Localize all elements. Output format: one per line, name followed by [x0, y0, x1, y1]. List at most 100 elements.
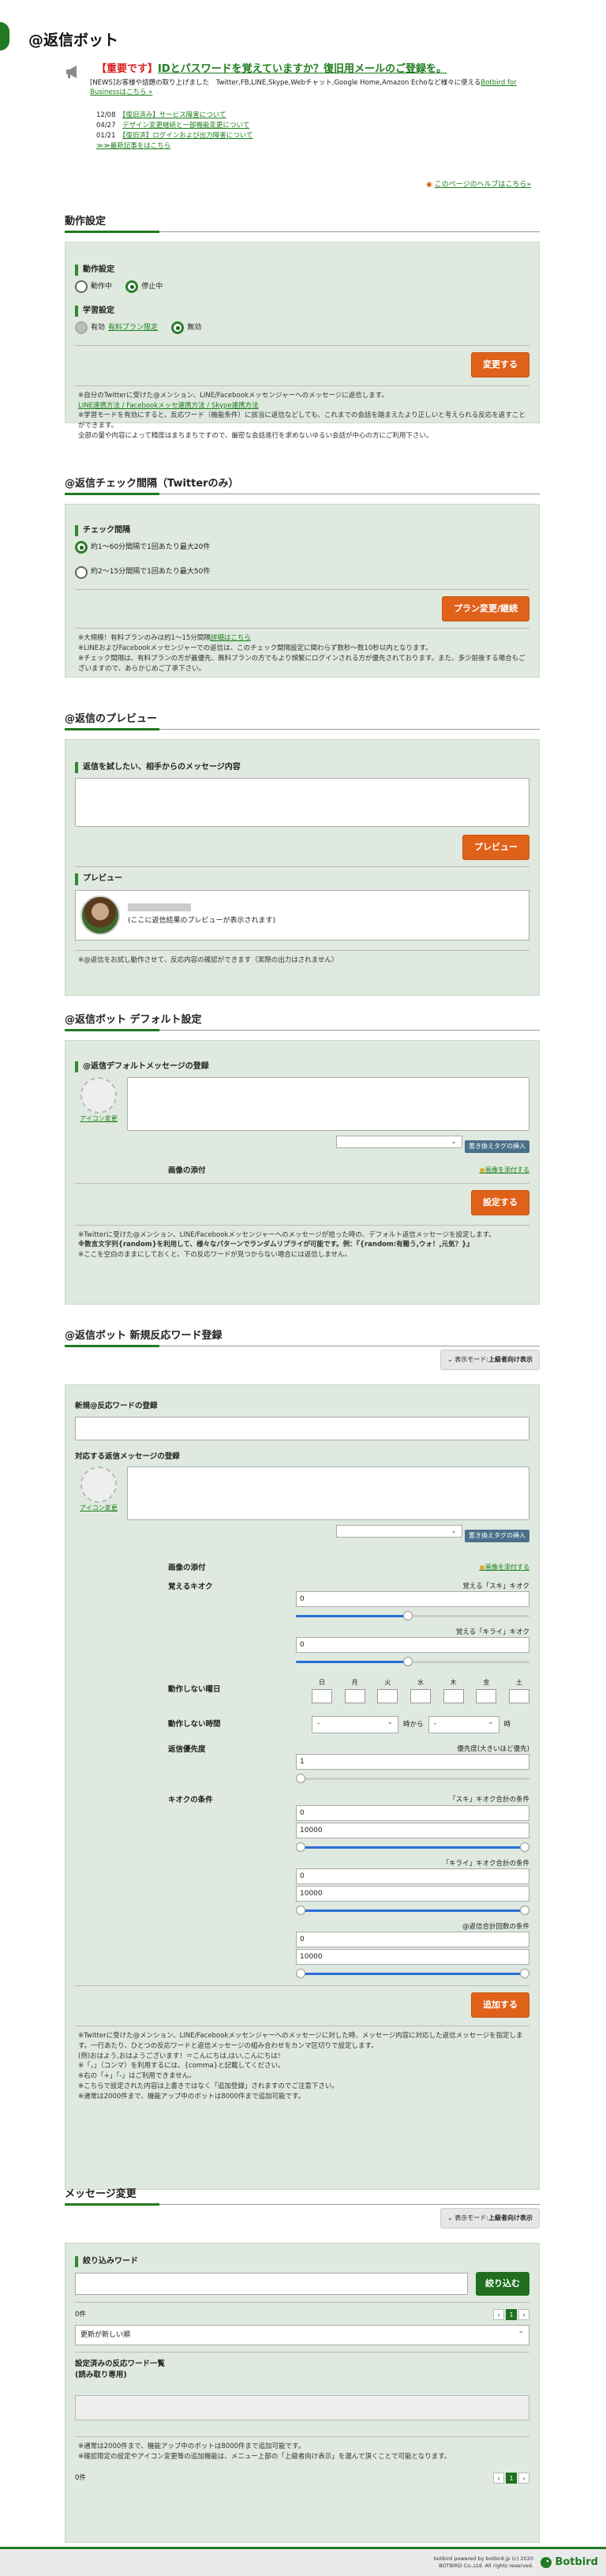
interval-label: チェック間隔: [75, 524, 529, 537]
icon-placeholder[interactable]: [80, 1466, 117, 1504]
day-checkbox-sun[interactable]: [312, 1688, 332, 1703]
news-item: 01/21 【復旧済】ログインおよび出力障害について: [96, 132, 253, 141]
note-text: ※ここを空白のままにしておくと、下の反応ワードが見つからない場合には返信しません…: [78, 1251, 352, 1260]
hour-to-select[interactable]: -: [428, 1715, 499, 1733]
section-title: メッセージ変更: [65, 2187, 540, 2206]
chevron-down-icon: ⌄: [447, 1356, 453, 1363]
insert-tag-button[interactable]: 置き換えタグの挿入: [465, 1140, 529, 1153]
cond-likes-slider[interactable]: [296, 1842, 529, 1853]
section-title: 動作設定: [65, 215, 540, 233]
change-button[interactable]: 変更する: [471, 351, 529, 377]
radio-interval-free[interactable]: 約1〜60分間隔で1回あたり最大20件: [75, 541, 210, 554]
radio-learning-on: 有効 有料プラン限定: [75, 321, 158, 335]
cond-likes-caption: 「スキ」キオク合計の条件: [449, 1796, 529, 1804]
icon-placeholder[interactable]: [80, 1077, 117, 1114]
word-input[interactable]: [75, 1416, 529, 1440]
filter-button[interactable]: 絞り込む: [476, 2272, 529, 2296]
day-checkbox-mon[interactable]: [344, 1688, 365, 1703]
footer: botbird powered by botbird.jp (c) 2020 B…: [0, 2547, 606, 2576]
dislikes-slider[interactable]: [296, 1656, 529, 1667]
likes-label: 覚えるキオク: [168, 1582, 213, 1591]
prev-page[interactable]: ‹: [493, 2473, 504, 2484]
help-link[interactable]: このページのヘルプはこちら»: [435, 181, 531, 189]
priority-input[interactable]: 1: [296, 1754, 529, 1771]
note-text: ※数言文字列{random}を利用して、様々なパターンでランダムリプライが可能で…: [78, 1241, 473, 1249]
current-page[interactable]: 1: [506, 2309, 517, 2321]
preview-box: (ここに返信結果のプレビューが表示されます): [75, 889, 529, 941]
cond-replies-max[interactable]: 10000: [296, 1949, 529, 1966]
reply-textarea[interactable]: [127, 1466, 529, 1521]
chevron-down-icon: ⌄: [447, 2214, 453, 2221]
icon-change-link[interactable]: アイコン変更: [80, 1504, 118, 1511]
sort-select[interactable]: 更新が新しい順: [75, 2325, 529, 2346]
attach-image-link[interactable]: ▣画像を添付する: [479, 1166, 529, 1177]
list-sublabel: (読み取り専用): [75, 2371, 127, 2380]
prev-page[interactable]: ‹: [493, 2309, 504, 2321]
current-page[interactable]: 1: [506, 2473, 517, 2484]
preview-button[interactable]: プレビュー: [462, 835, 529, 861]
notice-headline[interactable]: IDとパスワードを覚えていますか？復旧用メールのご登録を。: [158, 63, 447, 75]
display-mode-button[interactable]: ⌄ 表示モード:上級者向け表示: [440, 1350, 540, 1370]
section-message-edit: メッセージ変更 ⌄ 表示モード:上級者向け表示 絞り込みワード 絞り込む 0件 …: [65, 2187, 540, 2543]
cond-dislikes-caption: 「キライ」キオク合計の条件: [442, 1859, 529, 1868]
priority-slider[interactable]: [296, 1773, 529, 1784]
day-checkbox-fri[interactable]: [476, 1688, 497, 1703]
radio-learning-off[interactable]: 無効: [171, 321, 201, 335]
bot-avatar: [80, 895, 120, 935]
word-label: 新規@反応ワードの登録: [75, 1401, 158, 1410]
note-text: ※大規模！有料プランのみは約1〜15分間隔: [78, 634, 211, 643]
day-checkbox-tue[interactable]: [377, 1688, 398, 1703]
next-page[interactable]: ›: [518, 2473, 529, 2484]
filter-input[interactable]: [75, 2273, 468, 2296]
help-icon: ◉: [426, 181, 432, 189]
image-attach-label: 画像の添付: [168, 1563, 206, 1572]
notice-line: [NEWS]お客様や話題の取り上げました Twitter,FB,LINE,Sky…: [90, 78, 481, 87]
cond-dislikes-max[interactable]: 10000: [296, 1885, 529, 1902]
next-page[interactable]: ›: [518, 2309, 529, 2321]
day-checkbox-wed[interactable]: [410, 1688, 431, 1703]
cond-replies-min[interactable]: 0: [296, 1932, 529, 1948]
tag-select[interactable]: [335, 1525, 462, 1538]
default-msg-textarea[interactable]: [127, 1077, 529, 1132]
result-count: 0件: [75, 2311, 86, 2319]
cond-dislikes-min[interactable]: 0: [296, 1868, 529, 1884]
cond-likes-max[interactable]: 10000: [296, 1822, 529, 1838]
section-default: @返信ボット デフォルト設定 @返信デフォルトメッセージの登録 アイコン変更 置…: [65, 1013, 540, 1305]
preview-textarea[interactable]: [75, 778, 529, 828]
bot-name-placeholder: [128, 903, 191, 912]
hour-from-select[interactable]: -: [312, 1715, 398, 1733]
insert-tag-button[interactable]: 置き換えタグの挿入: [465, 1530, 529, 1542]
set-button[interactable]: 設定する: [471, 1189, 529, 1215]
likes-slider[interactable]: [296, 1610, 529, 1621]
integration-links[interactable]: LINE連携方法 / Facebookメッセ連携方法 / Skype連携方法: [78, 402, 259, 410]
note-text: ※Twitterに受けた@メンション、LINE/Facebookメッセンジャーへ…: [78, 1230, 496, 1239]
display-mode-button[interactable]: ⌄ 表示モード:上級者向け表示: [440, 2208, 540, 2229]
likes-input[interactable]: 0: [296, 1591, 529, 1608]
details-link[interactable]: 詳細はこちら: [211, 634, 251, 642]
page-title: @返信ボット: [28, 32, 119, 49]
note-text: ※自分のTwitterに受けた@メンション、LINE/Facebookメッセンジ…: [78, 391, 388, 400]
day-checkbox-sat[interactable]: [508, 1688, 529, 1703]
tag-select[interactable]: [335, 1136, 462, 1149]
notice-box: 【重要です】IDとパスワードを覚えていますか？復旧用メールのご登録を。 [NEW…: [63, 63, 537, 152]
help-link-wrap: ◉ このページのヘルプはこちら»: [426, 180, 531, 190]
icon-change-link[interactable]: アイコン変更: [80, 1115, 118, 1122]
header-accent: [0, 22, 9, 51]
result-count-bottom: 0件: [75, 2474, 86, 2483]
dislikes-input[interactable]: 0: [296, 1637, 529, 1654]
cond-likes-min[interactable]: 0: [296, 1804, 529, 1821]
note-text: 全部の量や内容によって精度はまちまちですので、厳密な会話進行を求めないゆるい会話…: [78, 431, 433, 440]
cond-replies-slider[interactable]: [296, 1968, 529, 1979]
radio-interval-paid[interactable]: 約2〜15分間隔で1回あたり最大50件: [75, 565, 210, 579]
note-text: ※Twitterに受けた@メンション、LINE/Facebookメッセンジャーへ…: [78, 2032, 523, 2050]
radio-running[interactable]: 動作中: [75, 280, 112, 294]
preview-note: ※@返信をお試し動作させて、反応内容の確認ができます（実際の出力はされません）: [75, 949, 529, 971]
more-news-link[interactable]: ≫≫最新記事をはこちら: [96, 142, 170, 150]
cond-dislikes-slider[interactable]: [296, 1905, 529, 1916]
default-msg-label: @返信デフォルトメッセージの登録: [75, 1061, 529, 1073]
attach-image-link[interactable]: ▣画像を添付する: [479, 1563, 529, 1574]
plan-change-button[interactable]: プラン変更/継続: [441, 596, 529, 622]
add-button[interactable]: 追加する: [471, 1992, 529, 2018]
day-checkbox-thu[interactable]: [443, 1688, 464, 1703]
radio-stopped[interactable]: 停止中: [125, 280, 163, 294]
